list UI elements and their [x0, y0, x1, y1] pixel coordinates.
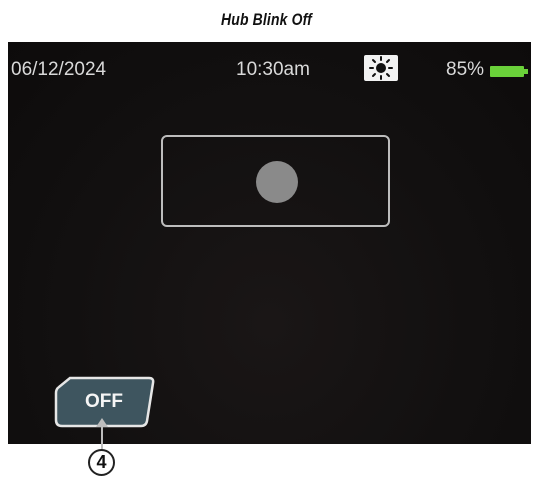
callout-number: 4 [88, 449, 115, 476]
battery-tip [524, 69, 528, 74]
device-screen: 06/12/2024 10:30am 85% OFF [8, 42, 531, 444]
callout-arrow-icon [96, 418, 108, 427]
status-bar: 06/12/2024 10:30am 85% [8, 42, 531, 98]
battery-fill [490, 66, 524, 77]
battery-icon [490, 66, 530, 77]
hub-led-indicator [256, 161, 298, 203]
battery-percent: 85% [446, 59, 485, 80]
hub-status-frame [161, 135, 390, 227]
sun-icon [369, 56, 393, 80]
brightness-button[interactable] [364, 55, 398, 81]
status-time: 10:30am [236, 59, 310, 80]
status-date: 06/12/2024 [11, 59, 107, 80]
figure-caption: Hub Blink Off [221, 10, 312, 29]
